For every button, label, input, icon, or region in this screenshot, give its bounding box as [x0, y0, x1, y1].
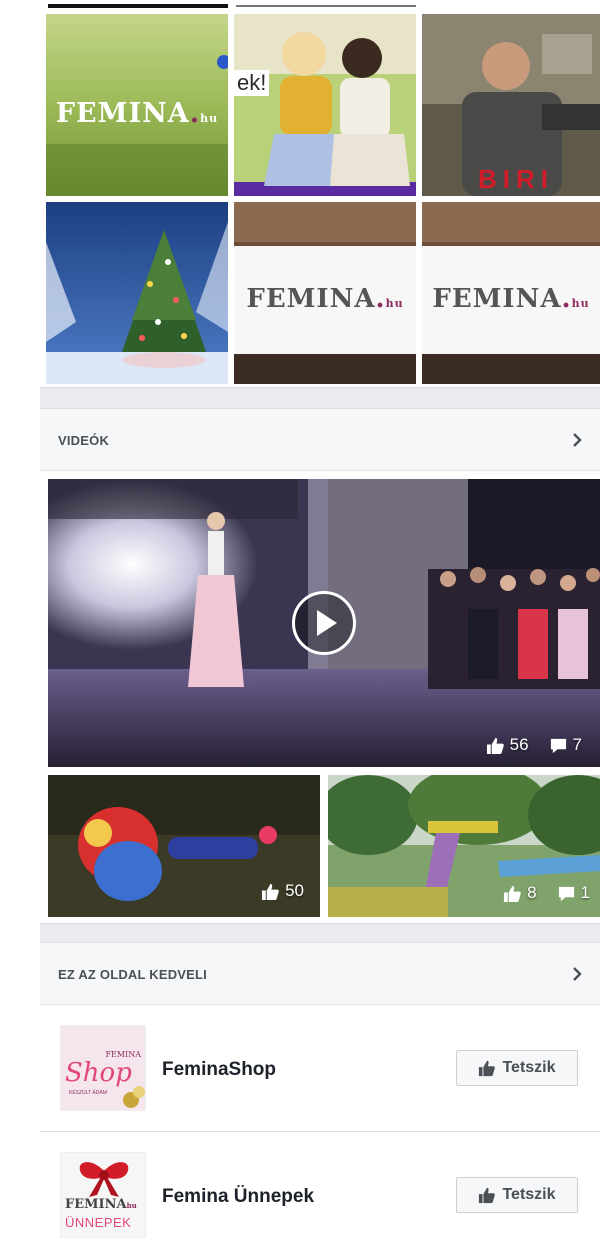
thumbs-up-icon — [479, 1060, 496, 1077]
liked-pages-section: EZ AZ OLDAL KEDVELI FEMINA Shop KÉSZÜLT … — [40, 942, 600, 1238]
videos-section: VIDEÓK 56 7 50 8 1 — [40, 408, 600, 924]
video-main-stats: 56 7 — [486, 735, 582, 755]
liked-pages-header[interactable]: EZ AZ OLDAL KEDVELI — [40, 943, 600, 1005]
comment-icon — [558, 886, 574, 901]
liked-page-name[interactable]: Femina Ünnepek — [162, 1186, 314, 1208]
thumbs-up-icon — [262, 883, 279, 900]
tile-overlay-text: ek! — [234, 70, 270, 96]
video-thumb-child[interactable]: 50 — [48, 775, 320, 917]
photo-tile-movie[interactable]: BIRI — [422, 14, 600, 196]
femina-logo: FEMINA.hu — [432, 284, 590, 314]
movie-title-text: BIRI — [478, 164, 554, 194]
comment-count: 1 — [580, 883, 590, 902]
like-page-button[interactable]: Tetszik — [456, 1050, 578, 1086]
photo-tile-christmas-tree[interactable] — [46, 202, 228, 384]
photo-tile-femina-grass[interactable]: FEMINA.hu — [46, 14, 228, 196]
chevron-right-icon[interactable] — [568, 431, 586, 449]
comment-icon — [550, 738, 566, 753]
liked-page-row: FEMINA Shop KÉSZÜLT ÁDÁM FeminaShop Tets… — [40, 1005, 600, 1132]
liked-page-name[interactable]: FeminaShop — [162, 1059, 276, 1081]
grid-top-edge — [40, 0, 600, 12]
play-icon — [317, 610, 337, 636]
liked-page-row: FEMINAhu ÜNNEPEK Femina Ünnepek Tetszik — [40, 1132, 600, 1238]
photo-tile-two-women[interactable]: ek! — [234, 14, 416, 196]
comment-count: 7 — [572, 735, 582, 754]
thumb-subtitle: ÜNNEPEK — [65, 1215, 132, 1230]
like-count: 50 — [285, 881, 304, 900]
thumb-subtitle: KÉSZÜLT ÁDÁM — [69, 1090, 107, 1096]
photos-grid: FEMINA.hu ek! BIRI FEMINA.hu FEMINA.hu — [40, 0, 600, 388]
thumbs-up-icon — [479, 1187, 496, 1204]
femina-shop-avatar[interactable]: FEMINA Shop KÉSZÜLT ÁDÁM — [60, 1025, 146, 1111]
photo-tile-femina-sign-1[interactable]: FEMINA.hu — [234, 202, 416, 384]
thumbs-up-icon — [504, 885, 521, 902]
liked-pages-title: EZ AZ OLDAL KEDVELI — [58, 967, 207, 982]
like-count: 8 — [527, 883, 537, 902]
like-button-label: Tetszik — [502, 1186, 556, 1203]
photo-tile-femina-sign-2[interactable]: FEMINA.hu — [422, 202, 600, 384]
play-button[interactable] — [292, 591, 356, 655]
thumbs-up-icon — [486, 737, 504, 754]
video-thumb-playground[interactable]: 8 1 — [328, 775, 600, 917]
thumb-logo-word: FEMINAhu — [65, 1197, 137, 1212]
videos-header[interactable]: VIDEÓK — [40, 409, 600, 471]
left-margin — [0, 0, 40, 1238]
like-count: 56 — [509, 735, 529, 754]
like-page-button[interactable]: Tetszik — [456, 1177, 578, 1213]
video-thumb-playground-stats: 8 1 — [503, 883, 590, 903]
femina-logo: FEMINA.hu — [246, 284, 404, 314]
chevron-right-icon[interactable] — [568, 965, 586, 983]
thumb-script: Shop — [65, 1058, 132, 1088]
video-thumb-child-stats: 50 — [261, 881, 304, 901]
femina-logo: FEMINA.hu — [55, 98, 219, 129]
videos-title: VIDEÓK — [58, 433, 110, 448]
like-button-label: Tetszik — [502, 1059, 556, 1076]
video-main[interactable]: 56 7 — [48, 479, 600, 767]
femina-unnepek-avatar[interactable]: FEMINAhu ÜNNEPEK — [60, 1152, 146, 1238]
